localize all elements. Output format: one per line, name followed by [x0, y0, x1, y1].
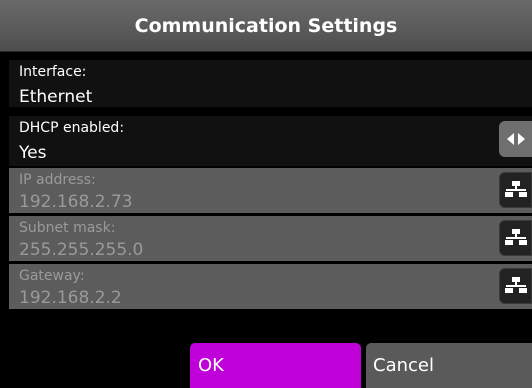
network-icon — [504, 181, 527, 197]
interface-value: Ethernet — [19, 87, 93, 107]
gateway-field[interactable]: Gateway: 192.168.2.2 — [9, 264, 532, 309]
subnet-mask-edit-button[interactable] — [499, 220, 532, 256]
subnet-mask-label: Subnet mask: — [19, 220, 116, 236]
page-title: Communication Settings — [134, 14, 398, 37]
ok-button-label: OK — [198, 355, 224, 376]
ip-address-value: 192.168.2.73 — [19, 192, 133, 212]
interface-field: Interface: Ethernet — [9, 60, 532, 107]
ip-address-edit-button[interactable] — [499, 172, 532, 208]
ok-button[interactable]: OK — [190, 343, 361, 388]
subnet-mask-value: 255.255.255.0 — [19, 240, 144, 260]
network-icon — [504, 277, 527, 293]
interface-label: Interface: — [19, 64, 87, 80]
network-icon — [504, 229, 527, 245]
gateway-value: 192.168.2.2 — [19, 288, 122, 308]
dhcp-field[interactable]: DHCP enabled: Yes — [9, 116, 532, 166]
dhcp-label: DHCP enabled: — [19, 120, 125, 136]
left-right-arrows-icon — [506, 133, 525, 145]
dhcp-value: Yes — [19, 143, 47, 163]
cancel-button-label: Cancel — [373, 355, 434, 376]
ip-address-label: IP address: — [19, 172, 96, 188]
title-bar: Communication Settings — [0, 0, 532, 52]
gateway-label: Gateway: — [19, 268, 85, 284]
dhcp-toggle-button[interactable] — [499, 121, 532, 157]
cancel-button[interactable]: Cancel — [366, 343, 532, 388]
subnet-mask-field[interactable]: Subnet mask: 255.255.255.0 — [9, 216, 532, 261]
gateway-edit-button[interactable] — [499, 268, 532, 304]
ip-address-field[interactable]: IP address: 192.168.2.73 — [9, 168, 532, 213]
